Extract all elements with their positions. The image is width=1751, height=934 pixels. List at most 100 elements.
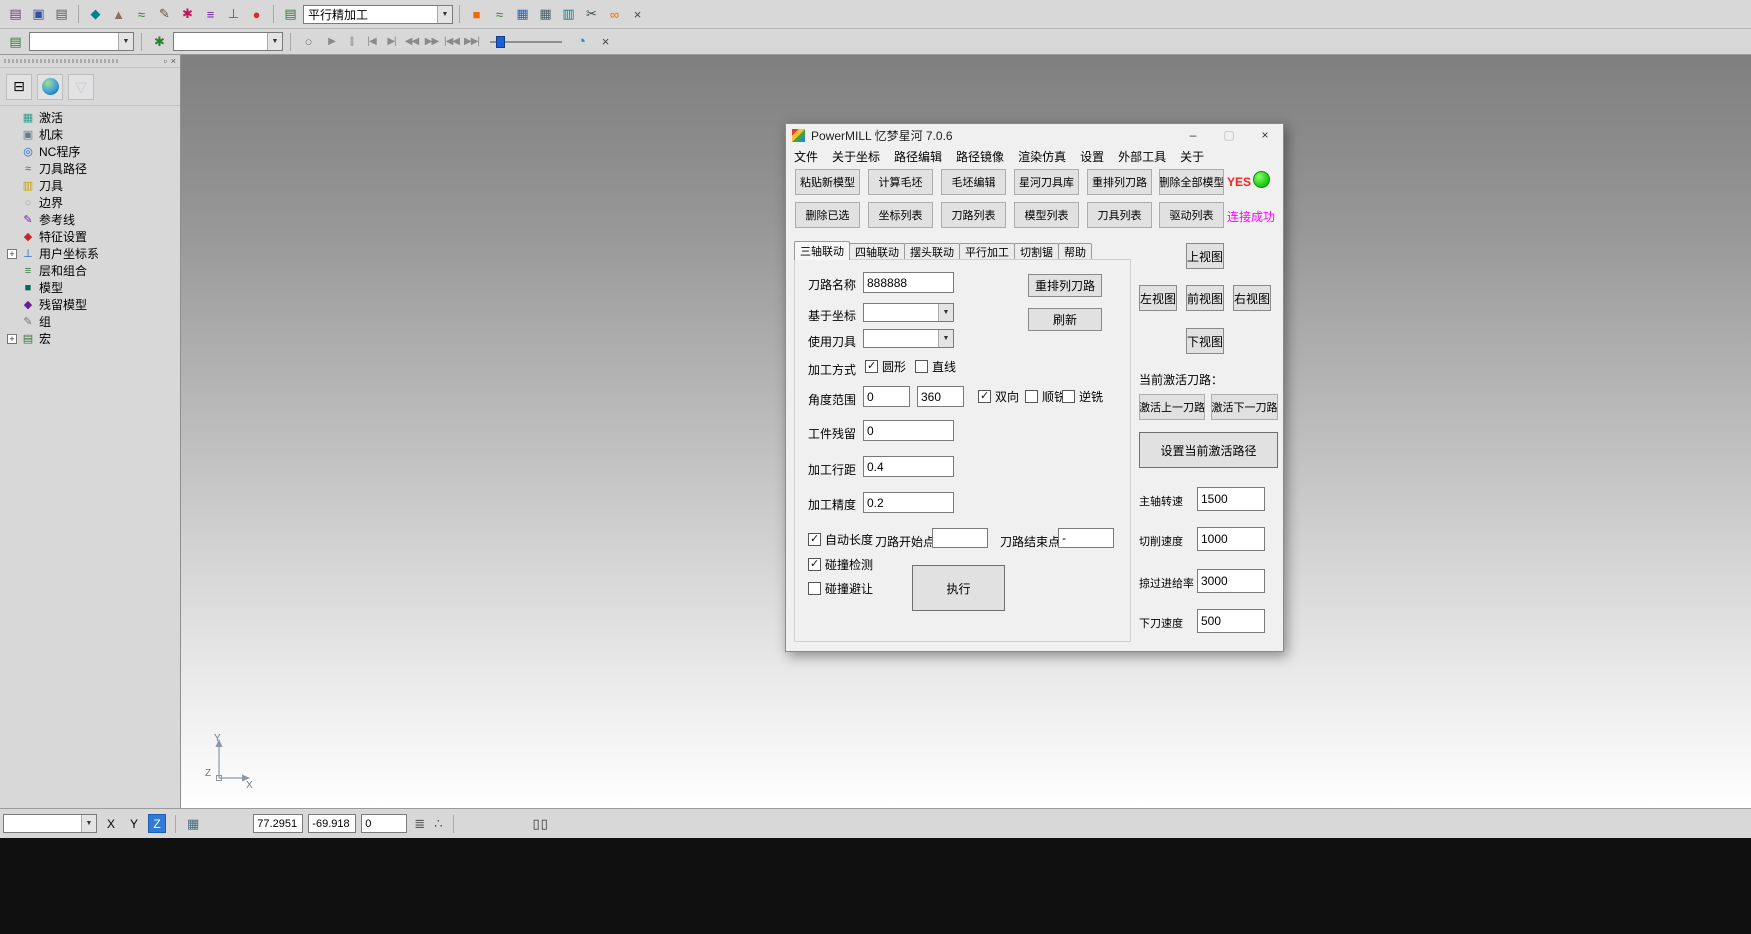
- checkbox-box[interactable]: [808, 582, 821, 595]
- bidirectional-checkbox[interactable]: 双向: [978, 388, 1019, 405]
- strategy-icon[interactable]: ▤: [280, 4, 301, 25]
- refresh-button[interactable]: 刷新: [1028, 308, 1102, 331]
- stock-edit-button[interactable]: 毛坯编辑: [941, 169, 1006, 195]
- coord-x-input[interactable]: [253, 814, 303, 833]
- sidebar-item-workplanes[interactable]: +⊥用户坐标系: [0, 245, 180, 262]
- spindle-speed-input[interactable]: [1197, 487, 1265, 511]
- rearrange-toolpaths-button[interactable]: 重排列刀路: [1087, 169, 1152, 195]
- line-checkbox[interactable]: 直线: [915, 358, 956, 375]
- tab-4axis[interactable]: 四轴联动: [849, 243, 905, 260]
- coord-list-button[interactable]: 坐标列表: [868, 202, 933, 228]
- view-right-button[interactable]: 右视图: [1233, 285, 1271, 311]
- print-icon[interactable]: ▤: [51, 4, 72, 25]
- menu-external-tools[interactable]: 外部工具: [1118, 148, 1166, 165]
- collision-check-checkbox[interactable]: 碰撞检测: [808, 556, 873, 573]
- tool-icon[interactable]: ✱: [149, 31, 170, 52]
- checkbox-box[interactable]: [808, 533, 821, 546]
- angle-to-input[interactable]: [917, 386, 964, 407]
- stepover-input[interactable]: [863, 456, 954, 477]
- expander-icon[interactable]: +: [7, 334, 17, 344]
- grid-icon[interactable]: ▦: [512, 4, 533, 25]
- tool-library-button[interactable]: 星河刀具库: [1014, 169, 1079, 195]
- conventional-checkbox[interactable]: 逆铣: [1062, 388, 1103, 405]
- model-list-button[interactable]: 模型列表: [1014, 202, 1079, 228]
- menu-file[interactable]: 文件: [794, 148, 818, 165]
- sidebar-item-models[interactable]: ■模型: [0, 279, 180, 296]
- minimize-icon[interactable]: –: [1175, 124, 1211, 146]
- climb-checkbox[interactable]: 顺铣: [1025, 388, 1066, 405]
- collision-avoid-checkbox[interactable]: 碰撞避让: [808, 580, 873, 597]
- panel-grip[interactable]: [4, 59, 120, 63]
- workplane-icon[interactable]: ⊥: [223, 4, 244, 25]
- tab-tilt-head[interactable]: 摆头联动: [904, 243, 960, 260]
- view-front-button[interactable]: 前视图: [1186, 285, 1224, 311]
- list-icon[interactable]: ≣: [412, 816, 427, 832]
- strategy-dropdown[interactable]: 平行精加工 ▼: [303, 5, 453, 24]
- paste-new-model-button[interactable]: 粘贴新模型: [795, 169, 860, 195]
- sidebar-item-tools[interactable]: ▥刀具: [0, 177, 180, 194]
- tab-3axis[interactable]: 三轴联动: [794, 241, 850, 260]
- toolpath-list-icon[interactable]: ▤: [5, 31, 26, 52]
- step-forward-icon[interactable]: ▶|: [382, 32, 401, 51]
- sidebar-item-boundaries[interactable]: ○边界: [0, 194, 180, 211]
- axis-z-button[interactable]: Z: [148, 814, 166, 833]
- activate-next-toolpath-button[interactable]: 激活下一刀路: [1211, 394, 1278, 420]
- menu-about[interactable]: 关于: [1180, 148, 1204, 165]
- shield-icon[interactable]: ▽: [68, 74, 94, 100]
- fast-forward-icon[interactable]: ▶▶: [422, 32, 441, 51]
- angle-from-input[interactable]: [863, 386, 910, 407]
- close-icon[interactable]: ×: [1247, 124, 1283, 146]
- menu-settings[interactable]: 设置: [1080, 148, 1104, 165]
- lightbulb-icon[interactable]: ○: [298, 31, 319, 52]
- tab-parallel[interactable]: 平行加工: [959, 243, 1015, 260]
- drive-list-button[interactable]: 驱动列表: [1159, 202, 1224, 228]
- toolbar-close-icon[interactable]: ×: [627, 4, 648, 25]
- menu-path-mirror[interactable]: 路径镜像: [956, 148, 1004, 165]
- grid-toggle-icon[interactable]: ▦: [185, 816, 201, 832]
- pause-icon[interactable]: ||: [342, 32, 361, 51]
- view-top-button[interactable]: 上视图: [1186, 243, 1224, 269]
- snap-options-icon[interactable]: ∴: [432, 816, 444, 832]
- chart-icon[interactable]: ▥: [558, 4, 579, 25]
- panel-close-icon[interactable]: ×: [171, 56, 176, 66]
- panes-icon[interactable]: ▯▯: [530, 816, 550, 832]
- simulation-speed-slider[interactable]: [490, 35, 562, 49]
- checkbox-box[interactable]: [808, 558, 821, 571]
- view-left-button[interactable]: 左视图: [1139, 285, 1177, 311]
- curve-icon[interactable]: ≈: [489, 4, 510, 25]
- tool-select[interactable]: ▼: [173, 32, 283, 51]
- rewind-icon[interactable]: ◀◀: [402, 32, 421, 51]
- sidebar-item-groups[interactable]: ✎组: [0, 313, 180, 330]
- menu-path-edit[interactable]: 路径编辑: [894, 148, 942, 165]
- block-icon[interactable]: ◆: [85, 4, 106, 25]
- levels-icon[interactable]: ≡: [200, 4, 221, 25]
- pencil-icon[interactable]: ✎: [154, 4, 175, 25]
- sidebar-item-patterns[interactable]: ✎参考线: [0, 211, 180, 228]
- sidebar-item-machine[interactable]: ▣机床: [0, 126, 180, 143]
- checkbox-box[interactable]: [1062, 390, 1075, 403]
- delete-all-models-button[interactable]: 删除全部模型: [1159, 169, 1224, 195]
- execute-button[interactable]: 执行: [912, 565, 1005, 611]
- pin-icon[interactable]: ▫: [164, 56, 167, 66]
- menu-coords[interactable]: 关于坐标: [832, 148, 880, 165]
- sidebar-item-macros[interactable]: +▤宏: [0, 330, 180, 347]
- compute-stock-button[interactable]: 计算毛坯: [868, 169, 933, 195]
- sidebar-item-nc-programs[interactable]: ◎NC程序: [0, 143, 180, 160]
- macro-record-icon[interactable]: ●: [246, 4, 267, 25]
- globe-icon[interactable]: [37, 74, 63, 100]
- pattern-icon[interactable]: ✱: [177, 4, 198, 25]
- axis-x-button[interactable]: X: [102, 814, 120, 833]
- skim-feed-input[interactable]: [1197, 569, 1265, 593]
- checkbox-box[interactable]: [915, 360, 928, 373]
- checkbox-box[interactable]: [865, 360, 878, 373]
- coord-z-input[interactable]: [361, 814, 407, 833]
- mount-icon[interactable]: ▲: [108, 4, 129, 25]
- delete-selected-button[interactable]: 删除已选: [795, 202, 860, 228]
- checkbox-box[interactable]: [1025, 390, 1038, 403]
- auto-length-checkbox[interactable]: 自动长度: [808, 531, 873, 548]
- save-icon[interactable]: ▣: [28, 4, 49, 25]
- tool-list-button[interactable]: 刀具列表: [1087, 202, 1152, 228]
- checkbox-box[interactable]: [978, 390, 991, 403]
- sidebar-item-feature-sets[interactable]: ◆特征设置: [0, 228, 180, 245]
- play-icon[interactable]: ▶: [322, 32, 341, 51]
